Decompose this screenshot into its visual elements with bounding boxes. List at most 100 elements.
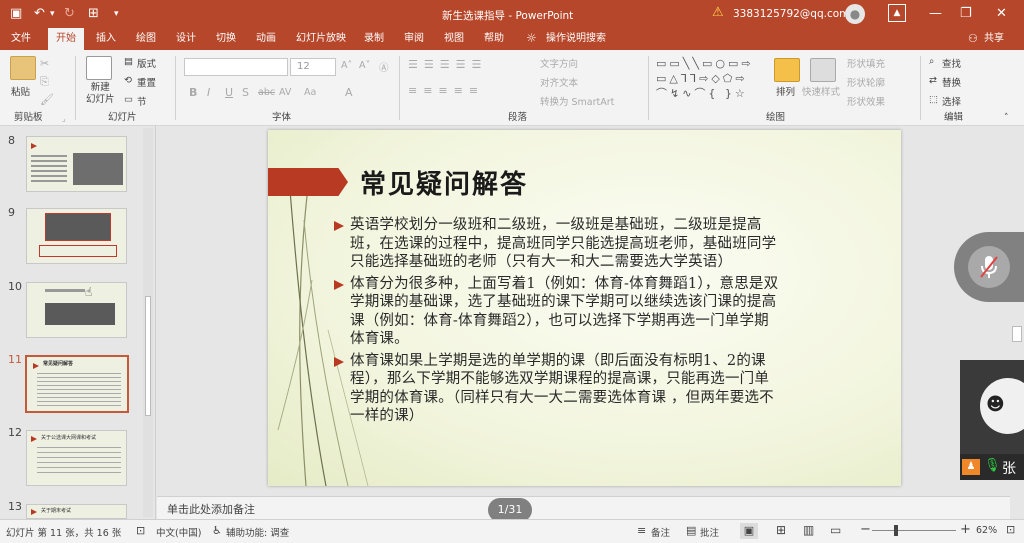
- find-button[interactable]: 查找: [942, 56, 961, 70]
- tab-slideshow[interactable]: 幻灯片放映: [294, 28, 348, 50]
- zoom-in-icon[interactable]: +: [960, 522, 971, 537]
- tab-view[interactable]: 视图: [442, 28, 466, 50]
- quick-styles-button[interactable]: 快速样式: [802, 84, 840, 98]
- bold-button[interactable]: B: [189, 86, 197, 99]
- strikethrough-button[interactable]: abc: [258, 87, 275, 98]
- clipboard-launcher-icon[interactable]: ⌟: [62, 114, 66, 123]
- mic-overlay[interactable]: [954, 232, 1024, 302]
- tab-draw[interactable]: 绘图: [134, 28, 158, 50]
- tell-me-search[interactable]: 操作说明搜索: [544, 28, 608, 50]
- thumbnail-slide-13[interactable]: 关于期末考试: [26, 504, 127, 519]
- accessibility-status[interactable]: 辅助功能: 调查: [226, 525, 289, 539]
- clear-formatting-icon[interactable]: Ⓐ: [379, 60, 389, 74]
- underline-button[interactable]: U: [225, 86, 233, 99]
- paste-button[interactable]: 粘贴: [11, 84, 30, 98]
- scrollbar-thumb[interactable]: [145, 296, 151, 416]
- undo-dropdown-icon[interactable]: ▾: [50, 6, 55, 22]
- undo-icon[interactable]: ↶: [34, 6, 45, 22]
- start-from-beginning-icon[interactable]: ⊞: [88, 6, 99, 22]
- shape-fill-button[interactable]: 形状填充: [847, 56, 885, 70]
- select-button[interactable]: 选择: [942, 94, 961, 108]
- participant-tile[interactable]: ☻ ♟ 🎙 张: [960, 360, 1024, 480]
- layout-button[interactable]: 版式: [137, 56, 156, 70]
- thumbnail-slide-10[interactable]: ☝: [26, 282, 127, 338]
- zoom-out-icon[interactable]: −: [860, 522, 871, 537]
- avatar[interactable]: ●: [845, 4, 865, 24]
- shadow-button[interactable]: S: [242, 86, 249, 99]
- language-indicator[interactable]: 中文(中国): [156, 525, 201, 539]
- tab-insert[interactable]: 插入: [94, 28, 118, 50]
- redo-icon[interactable]: ↻: [64, 6, 75, 22]
- increase-font-icon[interactable]: A˄: [341, 60, 352, 71]
- thumbnail-slide-12[interactable]: 关于公选课大网课和考试: [26, 430, 127, 486]
- zoom-slider[interactable]: [872, 530, 956, 531]
- arrange-icon[interactable]: [774, 58, 800, 82]
- text-direction-button[interactable]: 文字方向: [540, 56, 578, 70]
- italic-button[interactable]: I: [207, 86, 210, 99]
- fit-to-window-icon[interactable]: ⊡: [1006, 523, 1015, 536]
- customize-qat-icon[interactable]: ▾: [114, 6, 119, 22]
- thumbnail-pane[interactable]: 8 9 10 ☝ 11 常见疑问解答 12 关于公选课大网课和考试 13 关于期…: [0, 126, 156, 519]
- tab-design[interactable]: 设计: [174, 28, 198, 50]
- spelling-icon[interactable]: ⊡: [136, 524, 145, 537]
- collapse-ribbon-icon[interactable]: ˄: [1004, 113, 1009, 123]
- list-buttons-icon[interactable]: ☰☰☰☰☰: [408, 58, 487, 71]
- accessibility-icon[interactable]: ♿: [212, 524, 222, 537]
- thumbnail-scrollbar[interactable]: [143, 128, 153, 517]
- section-button[interactable]: 节: [137, 94, 147, 108]
- copy-icon[interactable]: ⎘: [40, 75, 49, 89]
- reset-button[interactable]: 重置: [137, 75, 156, 89]
- save-icon[interactable]: ▣: [10, 6, 22, 22]
- slide-canvas[interactable]: 常见疑问解答 英语学校划分一级班和二级班，一级班是基础班，二级班是提高班，在选课…: [268, 130, 901, 486]
- slide-title[interactable]: 常见疑问解答: [360, 164, 528, 201]
- notes-pane[interactable]: 单击此处添加备注: [157, 496, 1010, 519]
- font-size-input[interactable]: 12: [290, 58, 336, 76]
- slide-sorter-icon[interactable]: ⊞: [776, 523, 786, 537]
- font-color-button[interactable]: A: [345, 86, 353, 99]
- decrease-font-icon[interactable]: A˅: [359, 60, 370, 71]
- new-slide-button[interactable]: 新建 幻灯片: [86, 82, 115, 106]
- close-icon[interactable]: ✕: [996, 6, 1007, 22]
- tab-record[interactable]: 录制: [362, 28, 386, 50]
- scrollbar-thumb[interactable]: [1012, 326, 1022, 342]
- tab-home[interactable]: 开始: [48, 28, 84, 50]
- shape-outline-button[interactable]: 形状轮廓: [847, 75, 885, 89]
- format-painter-icon[interactable]: 🖌: [40, 93, 54, 106]
- new-slide-icon[interactable]: [86, 56, 112, 80]
- tab-animations[interactable]: 动画: [254, 28, 278, 50]
- notes-placeholder[interactable]: 单击此处添加备注: [167, 501, 255, 517]
- thumbnail-slide-8[interactable]: [26, 136, 127, 192]
- slideshow-view-icon[interactable]: ▭: [830, 523, 841, 537]
- smartart-button[interactable]: 转换为 SmartArt: [540, 94, 614, 108]
- change-case-button[interactable]: Aa: [304, 87, 316, 98]
- char-spacing-button[interactable]: AV: [279, 87, 291, 98]
- comments-toggle-button[interactable]: 批注: [700, 525, 719, 539]
- normal-view-icon[interactable]: ▣: [740, 523, 758, 539]
- minimize-icon[interactable]: —: [929, 6, 942, 22]
- tab-help[interactable]: 帮助: [482, 28, 506, 50]
- replace-button[interactable]: 替换: [942, 75, 961, 89]
- reading-view-icon[interactable]: ▥: [803, 523, 814, 537]
- align-text-button[interactable]: 对齐文本: [540, 75, 578, 89]
- align-buttons-icon[interactable]: ≡≡≡≡≡: [408, 84, 484, 97]
- thumbnail-slide-9[interactable]: [26, 208, 127, 264]
- font-name-input[interactable]: [184, 58, 288, 76]
- tab-file[interactable]: 文件: [9, 28, 33, 50]
- quick-styles-icon[interactable]: [810, 58, 836, 82]
- user-account[interactable]: 3383125792@qq.com: [733, 8, 849, 20]
- restore-icon[interactable]: ❐: [960, 6, 972, 22]
- arrange-button[interactable]: 排列: [776, 84, 795, 98]
- ribbon-display-options-icon[interactable]: ▲: [888, 4, 906, 22]
- cut-icon[interactable]: ✂: [40, 57, 49, 70]
- tab-review[interactable]: 审阅: [402, 28, 426, 50]
- notes-toggle-button[interactable]: 备注: [651, 525, 670, 539]
- zoom-level[interactable]: 62%: [976, 525, 997, 536]
- thumbnail-slide-11[interactable]: 常见疑问解答: [25, 355, 129, 413]
- shapes-gallery[interactable]: ▭▭╲╲▭○▭⇨ ▭△⅂⅂⇨◇⬠⇨ ⌒↯∿⌒{ }☆: [656, 56, 766, 102]
- zoom-slider-thumb[interactable]: [894, 525, 899, 536]
- share-button[interactable]: 共享: [982, 28, 1006, 50]
- tab-transitions[interactable]: 切换: [214, 28, 238, 50]
- shape-effects-button[interactable]: 形状效果: [847, 94, 885, 108]
- mic-button[interactable]: [968, 246, 1010, 288]
- slide-body[interactable]: 英语学校划分一级班和二级班，一级班是基础班，二级班是提高班，在选课的过程中，提高…: [334, 216, 780, 426]
